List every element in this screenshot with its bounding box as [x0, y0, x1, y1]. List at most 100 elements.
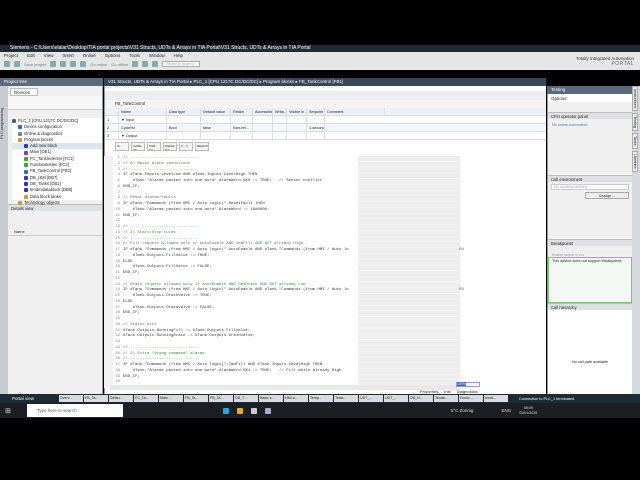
interface-cell[interactable]: ▼ Input [119, 116, 167, 123]
column-header[interactable]: Default value [201, 108, 231, 115]
interface-cell[interactable] [253, 124, 273, 131]
interface-cell[interactable] [253, 116, 273, 123]
stop-cpu-icon[interactable] [152, 61, 159, 67]
interface-cell[interactable]: 1-second pulse (for run-hours) [307, 124, 325, 131]
menu-window[interactable]: Window [149, 52, 165, 59]
interface-cell[interactable] [167, 132, 201, 139]
compile-icon[interactable] [70, 61, 77, 67]
go-online-button[interactable]: Go online [90, 62, 107, 67]
editor-task-tab[interactable]: FB_Ta... [184, 395, 208, 402]
interface-cell[interactable] [273, 124, 287, 131]
start-cpu-icon[interactable] [142, 61, 149, 67]
language[interactable]: ENG [501, 408, 511, 413]
taskbar-search-input[interactable]: Type here to search [26, 404, 123, 417]
new-project-icon[interactable] [4, 61, 10, 67]
editor-task-tab[interactable]: Temp... [309, 395, 333, 402]
editor-task-tab[interactable]: Funkc... [459, 395, 483, 402]
menu-tools[interactable]: Tools [129, 52, 140, 59]
interface-cell[interactable]: false [201, 124, 231, 131]
cpu-operator-panel-header[interactable]: CPU operator panel [548, 112, 632, 119]
editor-task-tab[interactable]: DB_T... [234, 395, 258, 402]
interface-cell[interactable]: ▼ Output [119, 132, 167, 139]
scl-template-button[interactable]: WHILE DO... [163, 142, 177, 151]
code-line[interactable]: 38 #Tank."Alarms packed into one word".A… [113, 369, 358, 375]
interface-cell[interactable] [273, 116, 287, 123]
scl-code-area[interactable]: 1// ---------------------------- 2// 0) B… [113, 156, 358, 386]
vtab-libraries[interactable]: Libraries [632, 151, 638, 172]
copy-icon[interactable] [60, 61, 67, 67]
menu-insert[interactable]: Insert [62, 52, 73, 59]
column-header[interactable]: Data type [167, 108, 201, 115]
interface-cell[interactable]: 3 [105, 132, 119, 139]
column-header[interactable]: Retain [231, 108, 253, 115]
interface-cell[interactable] [287, 124, 307, 131]
interface-cell[interactable] [231, 116, 253, 123]
tab-devices[interactable]: Devices [10, 88, 38, 96]
scl-template-button[interactable]: CASE OF... [131, 142, 145, 151]
project-search-input[interactable]: <Search in project> [162, 61, 201, 67]
interface-cell[interactable] [231, 132, 253, 139]
interface-cell[interactable]: 1 [105, 116, 119, 123]
explorer-icon[interactable] [236, 407, 243, 414]
code-line[interactable]: 5 #Tank."Alarms packed into one word".Al… [113, 179, 358, 185]
menu-edit[interactable]: Edit [27, 52, 35, 59]
save-project-button[interactable]: Save project [24, 62, 46, 67]
interface-cell[interactable] [287, 132, 307, 139]
editor-task-tab[interactable]: Main ... [159, 395, 183, 402]
call-environment-header[interactable]: Call environment [548, 175, 632, 182]
interface-cell[interactable] [273, 132, 287, 139]
scl-template-button[interactable]: (*...*) [179, 142, 193, 151]
change-button[interactable]: Change ... [585, 192, 629, 199]
scl-template-button[interactable]: REGION [195, 142, 209, 151]
horizontal-scrollbar[interactable] [110, 385, 460, 390]
plcsim-icon[interactable] [264, 407, 271, 414]
editor-task-tab[interactable]: FC_Ta... [134, 395, 158, 402]
open-project-icon[interactable] [14, 61, 20, 67]
column-header[interactable]: Accessible f... [253, 108, 273, 115]
editor-task-tab[interactable]: Tende... [434, 395, 458, 402]
interface-row[interactable]: 1 ▼ Input [105, 116, 546, 124]
clock-date[interactable]: 03/01/2026 [519, 411, 537, 416]
column-header[interactable]: Setpoint [307, 108, 325, 115]
plc-programming-strip[interactable]: PLC programming [0, 86, 8, 394]
vtab-instructions[interactable]: Instructions [632, 86, 638, 112]
breakpoints-header[interactable]: Breakpoints [548, 239, 632, 246]
menu-online[interactable]: Online [83, 52, 96, 59]
editor-task-tab[interactable]: tesdt... [484, 395, 508, 402]
editor-task-tab[interactable]: Basic s... [259, 395, 283, 402]
interface-cell[interactable]: Bool [167, 124, 201, 131]
editor-task-tab[interactable]: FB_Ta... [209, 395, 233, 402]
tia-portal-icon[interactable] [250, 407, 257, 414]
interface-cell[interactable] [307, 132, 325, 139]
interface-cell[interactable]: CycleHz [119, 124, 167, 131]
interface-row[interactable]: 3 ▼ Output [105, 132, 546, 140]
vtab-tasks[interactable]: Tasks [632, 133, 638, 150]
go-offline-button[interactable]: Go offline [111, 62, 128, 67]
column-header[interactable]: Writa... [273, 108, 287, 115]
windows-start-icon[interactable]: ⊞ [5, 407, 11, 415]
interface-cell[interactable] [253, 132, 273, 139]
zoom-select[interactable]: 100% [457, 382, 466, 386]
menu-help[interactable]: Help [174, 52, 183, 59]
interface-cell[interactable] [307, 116, 325, 123]
interface-row[interactable]: 2CycleHzBoolfalseNon-ret... 1-second puls… [105, 124, 546, 132]
interface-cell[interactable] [287, 116, 307, 123]
vtab-testing[interactable]: Testing [632, 113, 638, 132]
editor-task-tab[interactable]: Overv... [59, 395, 83, 402]
scl-template-button[interactable]: IF... [115, 142, 129, 151]
interface-cell[interactable]: 2 [105, 124, 119, 131]
editor-task-tab[interactable]: HMI a... [284, 395, 308, 402]
scl-template-button[interactable]: FOR TO DO... [147, 142, 161, 151]
interface-cell[interactable]: Non-ret... [231, 124, 253, 131]
menu-view[interactable]: View [44, 52, 54, 59]
cut-icon[interactable] [50, 61, 57, 67]
editor-task-tab[interactable]: UDT_... [359, 395, 383, 402]
edge-icon[interactable] [222, 407, 229, 414]
menu-project[interactable]: Project [4, 52, 18, 59]
portal-view-button[interactable]: Portal view [0, 396, 58, 401]
editor-task-tab[interactable]: FB_Ta... [84, 395, 108, 402]
interface-cell[interactable] [167, 116, 201, 123]
column-header[interactable]: Comment [325, 108, 385, 115]
download-icon[interactable] [80, 61, 87, 67]
accessible-devices-icon[interactable] [132, 61, 139, 67]
